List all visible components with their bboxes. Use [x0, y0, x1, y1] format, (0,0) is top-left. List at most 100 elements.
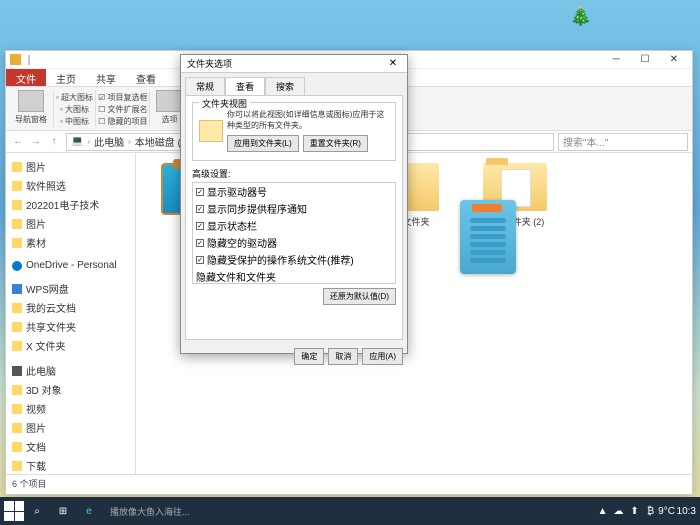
- od-icon: [12, 261, 22, 271]
- fold-icon: [12, 423, 22, 433]
- ribbon-tab[interactable]: 主页: [46, 69, 86, 86]
- search-input[interactable]: 搜索"本...": [558, 133, 688, 151]
- tray-icon[interactable]: 9°C: [661, 505, 673, 517]
- folder-view-group: 文件夹视图 你可以将此视图(如详细信息或图标)应用于这种类型的所有文件夹。 应用…: [192, 102, 396, 161]
- dialog-tabs: 常规查看搜索: [181, 73, 407, 95]
- adv-label: 显示同步提供程序通知: [207, 201, 307, 216]
- start-button[interactable]: [4, 501, 24, 521]
- up-button[interactable]: ↑: [46, 134, 62, 150]
- back-button[interactable]: ←: [10, 134, 26, 150]
- sidebar-item[interactable]: 视频: [6, 399, 135, 418]
- sidebar-label: 下载: [26, 458, 46, 473]
- sidebar-item[interactable]: 共享文件夹: [6, 317, 135, 336]
- pc-icon: 💻: [71, 136, 83, 147]
- dialog-actions: 确定 取消 应用(A): [181, 344, 407, 369]
- adv-label: 显示驱动器号: [207, 184, 267, 199]
- ok-button[interactable]: 确定: [294, 348, 324, 365]
- fold-icon: [12, 341, 22, 351]
- sidebar: 图片软件照选202201电子技术图片素材OneDrive - PersonalW…: [6, 153, 136, 474]
- layout-option[interactable]: ▫ 超大图标: [56, 92, 93, 103]
- minimize-button[interactable]: ─: [602, 52, 630, 68]
- fold-icon: [12, 442, 22, 452]
- forward-button[interactable]: →: [28, 134, 44, 150]
- adv-item[interactable]: 显示驱动器号: [193, 183, 395, 200]
- search-button[interactable]: ⌕: [25, 499, 49, 523]
- fold-icon: [12, 200, 22, 210]
- fold-icon: [12, 385, 22, 395]
- ribbon-tab[interactable]: 共享: [86, 69, 126, 86]
- sidebar-item[interactable]: 我的云文档: [6, 298, 135, 317]
- taskview-button[interactable]: ⊞: [51, 499, 75, 523]
- layout-option[interactable]: ▫ 大图标: [60, 104, 89, 115]
- sidebar-label: 此电脑: [26, 363, 56, 378]
- dialog-tab[interactable]: 常规: [185, 77, 225, 95]
- fold-icon: [12, 303, 22, 313]
- checkbox-icon: [196, 256, 204, 264]
- apply-folders-button[interactable]: 应用到文件夹(L): [227, 135, 299, 152]
- checkbox-icon: [196, 188, 204, 196]
- checkbox-icon: [196, 222, 204, 230]
- dialog-tab[interactable]: 查看: [225, 77, 265, 95]
- dialog-close-button[interactable]: ✕: [385, 58, 401, 69]
- cancel-button[interactable]: 取消: [328, 348, 358, 365]
- sidebar-label: 图片: [26, 420, 46, 435]
- breadcrumb-seg[interactable]: 此电脑: [94, 134, 124, 149]
- adv-item[interactable]: 隐藏受保护的操作系统文件(推荐): [193, 251, 395, 268]
- adv-label: 显示状态栏: [207, 218, 257, 233]
- sidebar-item[interactable]: 软件照选: [6, 176, 135, 195]
- close-button[interactable]: ✕: [660, 52, 688, 68]
- restore-defaults-button[interactable]: 还原为默认值(D): [323, 288, 396, 305]
- tray-icon[interactable]: ☁: [613, 505, 625, 517]
- preview-overlay: [460, 200, 516, 274]
- layout-option[interactable]: ▫ 中图标: [60, 116, 89, 127]
- sidebar-item[interactable]: 此电脑: [6, 361, 135, 380]
- ribbon-check[interactable]: ☐ 文件扩展名: [98, 104, 147, 115]
- sidebar-item[interactable]: 素材: [6, 233, 135, 252]
- adv-label: 隐藏受保护的操作系统文件(推荐): [207, 252, 354, 267]
- sidebar-item[interactable]: 3D 对象: [6, 380, 135, 399]
- edge-icon[interactable]: e: [77, 499, 101, 523]
- checkbox-icon: [196, 205, 204, 213]
- folder-preview-icon: [199, 120, 223, 142]
- pc-icon: [12, 366, 22, 376]
- maximize-button[interactable]: ☐: [631, 52, 659, 68]
- tray-icon[interactable]: ⬆: [629, 505, 641, 517]
- sidebar-label: 共享文件夹: [26, 319, 76, 334]
- reset-folders-button[interactable]: 重置文件夹(R): [303, 135, 368, 152]
- ribbon-check[interactable]: ☑ 项目复选框: [98, 92, 147, 103]
- fold-icon: [12, 162, 22, 172]
- clock[interactable]: 10:3: [677, 506, 696, 517]
- sidebar-item[interactable]: OneDrive - Personal: [6, 258, 135, 273]
- adv-item[interactable]: 显示状态栏: [193, 217, 395, 234]
- sidebar-item[interactable]: WPS网盘: [6, 279, 135, 298]
- sidebar-item[interactable]: 图片: [6, 157, 135, 176]
- status-bar: 6 个项目: [6, 474, 692, 492]
- sidebar-label: X 文件夹: [26, 338, 65, 353]
- ribbon-group-checks: ☑ 项目复选框☐ 文件扩展名☐ 隐藏的项目: [96, 90, 150, 127]
- adv-item[interactable]: 隐藏文件和文件夹: [193, 268, 395, 284]
- ribbon-group-layout: ▫ 超大图标▫ 大图标▫ 中图标: [54, 90, 96, 127]
- ribbon-check[interactable]: ☐ 隐藏的项目: [98, 116, 147, 127]
- ribbon-tab[interactable]: 查看: [126, 69, 166, 86]
- fold-icon: [12, 404, 22, 414]
- adv-item[interactable]: 隐藏空的驱动器: [193, 234, 395, 251]
- fold-icon: [12, 238, 22, 248]
- apply-button[interactable]: 应用(A): [362, 348, 403, 365]
- sidebar-item[interactable]: 图片: [6, 214, 135, 233]
- music-title[interactable]: 播放像大鱼入海往...: [102, 505, 597, 518]
- advanced-settings-list[interactable]: 显示驱动器号显示同步提供程序通知显示状态栏隐藏空的驱动器隐藏受保护的操作系统文件…: [192, 182, 396, 284]
- sidebar-item[interactable]: 图片: [6, 418, 135, 437]
- sidebar-item[interactable]: 202201电子技术: [6, 195, 135, 214]
- ribbon-tab[interactable]: 文件: [6, 69, 46, 86]
- desktop-tree-decoration: 🎄: [570, 6, 592, 27]
- tray-icon[interactable]: ₿: [645, 505, 657, 517]
- dialog-tab[interactable]: 搜索: [265, 77, 305, 95]
- wps-icon: [12, 284, 22, 294]
- nav-buttons: ← → ↑: [10, 134, 62, 150]
- sidebar-item[interactable]: X 文件夹: [6, 336, 135, 355]
- tray-icon[interactable]: ▲: [597, 505, 609, 517]
- adv-item[interactable]: 显示同步提供程序通知: [193, 200, 395, 217]
- sidebar-item[interactable]: 下载: [6, 456, 135, 474]
- sidebar-item[interactable]: 文档: [6, 437, 135, 456]
- ribbon-group-nav[interactable]: 导航窗格: [9, 90, 54, 127]
